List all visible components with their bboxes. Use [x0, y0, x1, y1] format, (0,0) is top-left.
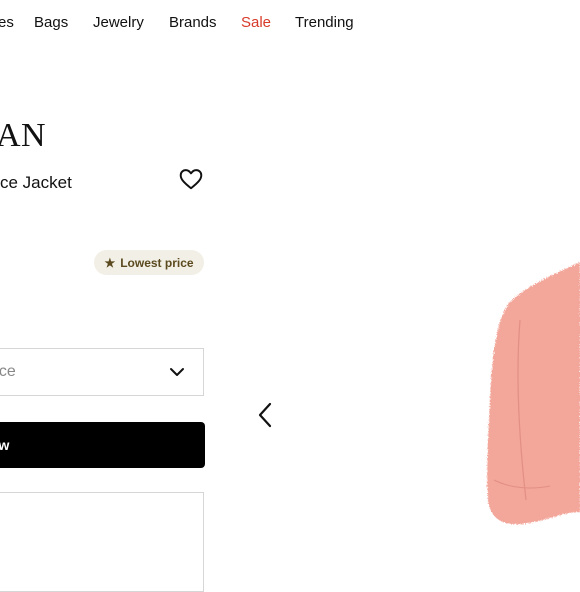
carousel-prev-button[interactable]	[254, 400, 276, 430]
lowest-price-badge: ★ Lowest price	[94, 250, 204, 275]
product-brand[interactable]: AN	[0, 116, 46, 156]
select-value: rice	[0, 363, 16, 380]
badge-label: Lowest price	[120, 255, 194, 270]
details-panel	[0, 492, 204, 592]
product-image	[487, 262, 580, 525]
nav-item-sale[interactable]: Sale	[241, 13, 271, 33]
nav-item-shoes[interactable]: es	[0, 13, 14, 33]
chevron-down-icon	[170, 368, 184, 376]
heart-outline-icon	[179, 169, 203, 190]
wishlist-button[interactable]	[178, 166, 204, 192]
star-icon: ★	[104, 255, 116, 270]
product-name: ce Jacket	[0, 173, 72, 192]
size-price-select[interactable]: rice	[0, 348, 204, 396]
chevron-left-icon	[258, 402, 272, 428]
top-nav: es Bags Jewelry Brands Sale Trending	[0, 13, 580, 33]
nav-item-brands[interactable]: Brands	[169, 13, 217, 33]
buy-button-label: ow	[0, 437, 10, 453]
nav-item-bags[interactable]: Bags	[34, 13, 68, 33]
buy-now-button[interactable]: ow	[0, 422, 205, 468]
nav-item-jewelry[interactable]: Jewelry	[93, 13, 144, 33]
nav-item-trending[interactable]: Trending	[295, 13, 354, 33]
